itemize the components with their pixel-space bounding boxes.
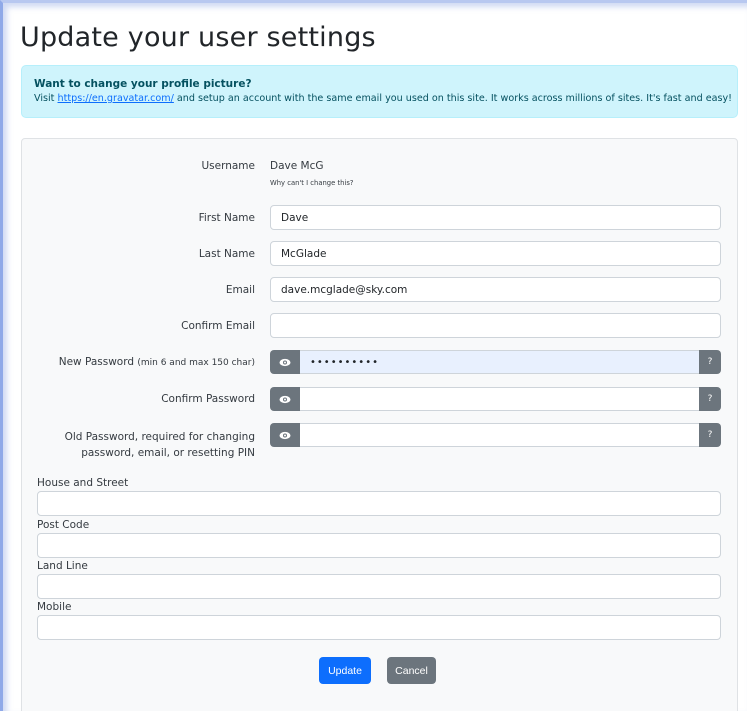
- confirm-password-label: Confirm Password: [161, 393, 255, 405]
- new-password-label-main: New Password: [58, 356, 135, 368]
- username-label: Username: [201, 160, 255, 172]
- new-password-label: New Password (min 6 and max 150 char): [59, 356, 255, 368]
- alert-heading: Want to change your profile picture?: [34, 78, 252, 90]
- email-input[interactable]: dave.mcglade@sky.com: [270, 277, 721, 302]
- email-label: Email: [225, 284, 255, 296]
- alert-text-before: Visit: [34, 93, 58, 104]
- post-code-input[interactable]: [37, 533, 721, 558]
- old-password-input[interactable]: [300, 423, 699, 447]
- post-code-label: Post Code: [37, 519, 90, 531]
- last-name-label: Last Name: [198, 248, 255, 260]
- old-password-label-line1: Old Password, required for changing: [64, 431, 255, 443]
- username-hint[interactable]: Why can't I change this?: [270, 179, 353, 187]
- confirm-email-label: Confirm Email: [181, 320, 255, 332]
- old-password-eye-button[interactable]: [270, 423, 300, 447]
- gravatar-alert: Want to change your profile picture? Vis…: [21, 65, 738, 118]
- land-line-input[interactable]: [37, 574, 721, 599]
- username-value: Dave McG: [270, 160, 324, 172]
- page-title: Update your user settings: [20, 22, 376, 53]
- new-password-label-small: (min 6 and max 150 char): [137, 358, 255, 368]
- new-password-help-button[interactable]: ?: [699, 350, 721, 374]
- confirm-password-input[interactable]: [300, 387, 699, 411]
- confirm-password-eye-button[interactable]: [270, 387, 300, 411]
- last-name-input[interactable]: McGlade: [270, 241, 721, 266]
- mobile-input[interactable]: [37, 615, 721, 640]
- first-name-input[interactable]: Dave: [270, 205, 721, 230]
- old-password-label-line2: password, email, or resetting PIN: [81, 447, 255, 459]
- update-button[interactable]: Update: [319, 657, 371, 684]
- cancel-button[interactable]: Cancel: [387, 657, 436, 684]
- eye-icon: [279, 395, 291, 403]
- confirm-email-input[interactable]: [270, 313, 721, 338]
- first-name-label: First Name: [198, 212, 255, 224]
- gravatar-link[interactable]: https://en.gravatar.com/: [58, 93, 174, 104]
- eye-icon: [279, 431, 291, 439]
- house-street-label: House and Street: [37, 477, 129, 489]
- new-password-eye-button[interactable]: [270, 350, 300, 374]
- old-password-help-button[interactable]: ?: [699, 423, 721, 447]
- new-password-input[interactable]: ••••••••••: [300, 350, 699, 374]
- confirm-password-help-button[interactable]: ?: [699, 387, 721, 411]
- house-street-input[interactable]: [37, 491, 721, 516]
- alert-text: Visit https://en.gravatar.com/ and setup…: [34, 93, 732, 104]
- mobile-label: Mobile: [37, 601, 72, 613]
- eye-icon: [279, 358, 291, 366]
- old-password-label: Old Password, required for changing passw…: [65, 429, 255, 461]
- land-line-label: Land Line: [37, 560, 88, 572]
- alert-text-after: and setup an account with the same email…: [173, 93, 733, 104]
